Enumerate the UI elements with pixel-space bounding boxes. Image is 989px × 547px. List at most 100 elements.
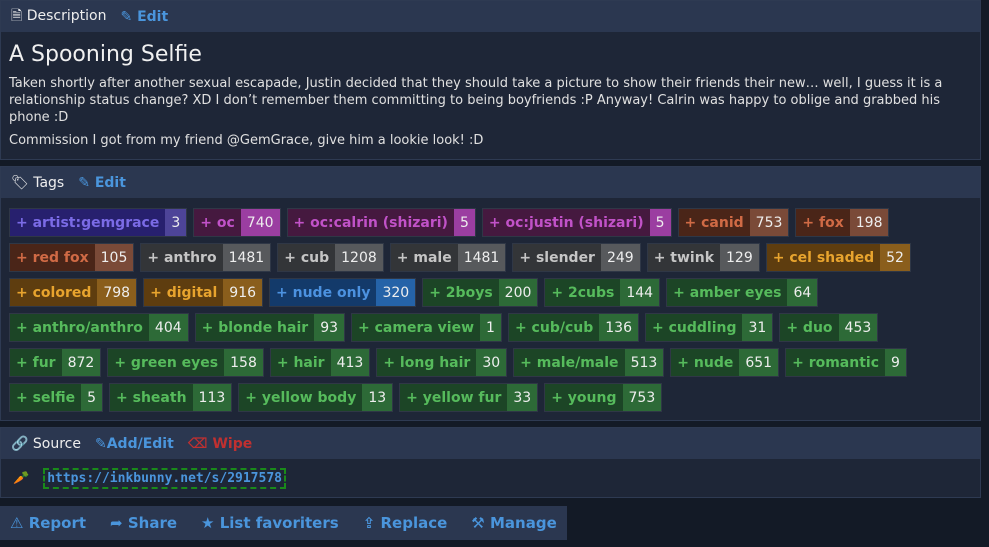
- tag-name[interactable]: + nude only: [270, 279, 377, 306]
- tag-count: 404: [148, 314, 188, 341]
- tag-item[interactable]: + slender 249: [512, 243, 641, 272]
- tag-item[interactable]: + yellow fur 33: [399, 383, 539, 412]
- tag-name[interactable]: + fur: [10, 349, 62, 376]
- edit-tags-button[interactable]: ✎ Edit: [78, 175, 126, 191]
- tag-item[interactable]: + male 1481: [389, 243, 507, 272]
- tag-name[interactable]: + selfie: [10, 384, 82, 411]
- tag-item[interactable]: + anthro/anthro 404: [9, 313, 189, 342]
- tag-name[interactable]: + yellow body: [239, 384, 363, 411]
- edit-description-button[interactable]: ✎ Edit: [120, 9, 168, 25]
- source-section: 🔗 Source ✎Add/Edit ⌫ Wipe 🥕 https://inkb…: [0, 427, 981, 498]
- tag-item[interactable]: + anthro 1481: [140, 243, 272, 272]
- tag-item[interactable]: + colored 798: [9, 278, 138, 307]
- tag-name[interactable]: + blonde hair: [195, 314, 315, 341]
- tag-item[interactable]: + oc 740: [193, 208, 281, 237]
- tag-name[interactable]: + nude: [671, 349, 740, 376]
- tag-name[interactable]: + twink: [647, 244, 721, 271]
- tag-item[interactable]: + oc:calrin (shizari) 5: [286, 208, 476, 237]
- tag-item[interactable]: + amber eyes 64: [666, 278, 819, 307]
- share-button[interactable]: ➦ Share: [110, 514, 177, 532]
- add-edit-source-button[interactable]: ✎Add/Edit: [95, 436, 174, 452]
- tag-name[interactable]: + male: [390, 244, 458, 271]
- tag-item[interactable]: + nude only 320: [269, 278, 417, 307]
- eraser-icon: ⌫: [187, 435, 208, 452]
- tag-item[interactable]: + romantic 9: [785, 348, 907, 377]
- tag-item[interactable]: + sheath 113: [109, 383, 233, 412]
- tag-name[interactable]: + cuddling: [645, 314, 743, 341]
- tag-item[interactable]: + fur 872: [9, 348, 102, 377]
- replace-button[interactable]: ⇪ Replace: [363, 514, 448, 532]
- tag-item[interactable]: + canid 753: [677, 208, 790, 237]
- tags-section: 🏷 Tags ✎ Edit + artist:gemgrace 3 + oc 740 +…: [0, 166, 981, 421]
- tag-name[interactable]: + oc: [194, 209, 241, 236]
- tag-count: 872: [61, 349, 101, 376]
- tag-name[interactable]: + cub/cub: [508, 314, 600, 341]
- tag-name[interactable]: + amber eyes: [667, 279, 788, 306]
- tag-count: 320: [376, 279, 416, 306]
- tag-name[interactable]: + cel shaded: [766, 244, 881, 271]
- document-icon: 🗎: [11, 7, 23, 24]
- tag-name[interactable]: + green eyes: [108, 349, 225, 376]
- tag-name[interactable]: + oc:calrin (shizari): [287, 209, 454, 236]
- tag-item[interactable]: + selfie 5: [9, 383, 104, 412]
- tag-name[interactable]: + sheath: [110, 384, 193, 411]
- tag-name[interactable]: + slender: [513, 244, 601, 271]
- tag-name[interactable]: + yellow fur: [400, 384, 508, 411]
- source-link[interactable]: https://inkbunny.net/s/2917578: [43, 467, 286, 489]
- list-favoriters-button[interactable]: ★ List favoriters: [201, 514, 339, 532]
- tag-name[interactable]: + canid: [678, 209, 750, 236]
- tag-item[interactable]: + 2cubs 144: [544, 278, 661, 307]
- tag-name[interactable]: + red fox: [10, 244, 95, 271]
- tag-item[interactable]: + cuddling 31: [644, 313, 774, 342]
- tags-header-label: 🏷 Tags: [11, 175, 64, 191]
- tag-name[interactable]: + cub: [278, 244, 336, 271]
- tag-item[interactable]: + oc:justin (shizari) 5: [481, 208, 672, 237]
- tag-name[interactable]: + oc:justin (shizari): [482, 209, 650, 236]
- source-header: 🔗 Source ✎Add/Edit ⌫ Wipe: [1, 428, 980, 459]
- tag-count: 93: [314, 314, 345, 341]
- tag-name[interactable]: + anthro: [141, 244, 223, 271]
- tag-item[interactable]: + nude 651: [670, 348, 780, 377]
- tag-item[interactable]: + duo 453: [779, 313, 879, 342]
- tag-name[interactable]: + romantic: [786, 349, 886, 376]
- tag-item[interactable]: + camera view 1: [351, 313, 502, 342]
- tag-name[interactable]: + male/male: [514, 349, 625, 376]
- tag-item[interactable]: + cel shaded 52: [765, 243, 911, 272]
- tag-item[interactable]: + fox 198: [795, 208, 890, 237]
- tag-count: 5: [649, 209, 671, 236]
- tag-item[interactable]: + green eyes 158: [107, 348, 264, 377]
- tag-name[interactable]: + fox: [796, 209, 850, 236]
- tag-item[interactable]: + young 753: [544, 383, 663, 412]
- tag-item[interactable]: + digital 916: [143, 278, 264, 307]
- tag-name[interactable]: + anthro/anthro: [10, 314, 149, 341]
- tag-name[interactable]: + duo: [780, 314, 839, 341]
- tags-header: 🏷 Tags ✎ Edit: [1, 167, 980, 198]
- tag-item[interactable]: + cub/cub 136: [507, 313, 639, 342]
- tag-count: 5: [453, 209, 475, 236]
- tag-item[interactable]: + long hair 30: [376, 348, 508, 377]
- tag-item[interactable]: + yellow body 13: [238, 383, 394, 412]
- tag-name[interactable]: + young: [545, 384, 623, 411]
- tag-name[interactable]: + hair: [270, 349, 331, 376]
- carrot-icon: 🥕: [13, 470, 30, 486]
- tag-name[interactable]: + artist:gemgrace: [10, 209, 166, 236]
- tag-item[interactable]: + artist:gemgrace 3: [9, 208, 188, 237]
- tag-item[interactable]: + blonde hair 93: [194, 313, 346, 342]
- tag-name[interactable]: + colored: [10, 279, 98, 306]
- manage-button[interactable]: ⚒ Manage: [471, 514, 556, 532]
- tag-name[interactable]: + 2boys: [423, 279, 499, 306]
- tag-count: 113: [192, 384, 232, 411]
- description-header-label: 🗎 Description: [11, 5, 106, 29]
- tag-item[interactable]: + hair 413: [269, 348, 371, 377]
- tag-item[interactable]: + twink 129: [646, 243, 760, 272]
- tag-item[interactable]: + male/male 513: [513, 348, 665, 377]
- tag-item[interactable]: + 2boys 200: [422, 278, 539, 307]
- report-button[interactable]: ⚠ Report: [10, 514, 86, 532]
- tag-item[interactable]: + red fox 105: [9, 243, 135, 272]
- tag-item[interactable]: + cub 1208: [277, 243, 384, 272]
- tag-name[interactable]: + digital: [144, 279, 224, 306]
- wipe-source-button[interactable]: ⌫ Wipe: [188, 436, 252, 452]
- tag-name[interactable]: + 2cubs: [545, 279, 621, 306]
- tag-name[interactable]: + long hair: [377, 349, 477, 376]
- tag-name[interactable]: + camera view: [352, 314, 481, 341]
